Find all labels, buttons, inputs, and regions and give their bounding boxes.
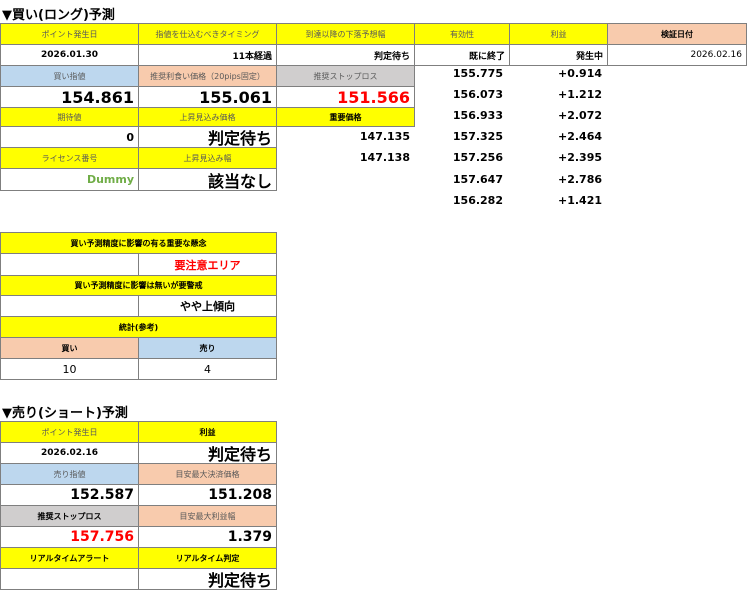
long-valid-header: 有効性 xyxy=(414,23,510,45)
other-factor-blank xyxy=(0,295,139,317)
stats-buy-count: 10 xyxy=(0,358,139,380)
short-profit: 判定待ち xyxy=(138,442,277,464)
short-point-date: 2026.02.16 xyxy=(0,442,139,464)
stats-sell-header: 売り xyxy=(138,337,277,359)
long-take-profit: 155.061 xyxy=(138,86,277,108)
long-timing-header: 指値を仕込むべきタイミング xyxy=(138,23,277,45)
short-rt-alert xyxy=(0,568,139,590)
long-upside-width-header: 上昇見込み幅 xyxy=(138,147,277,169)
long-stop-loss: 151.566 xyxy=(276,86,415,108)
other-factor-value: やや上傾向 xyxy=(138,295,277,317)
short-profit-header: 利益 xyxy=(138,421,277,443)
long-license-header: ライセンス番号 xyxy=(0,147,139,169)
gain-list-item: +2.786 xyxy=(557,173,602,186)
gain-list-item: +2.072 xyxy=(557,109,602,122)
long-buy-limit-header: 買い指値 xyxy=(0,65,139,87)
long-important-price-header: 重要価格 xyxy=(276,107,415,127)
short-rt-alert-header: リアルタイムアラート xyxy=(0,547,139,569)
gain-list-item: +1.212 xyxy=(557,88,602,101)
long-downside-value: 判定待ち xyxy=(276,44,415,66)
gain-list-item: +0.914 xyxy=(557,67,602,80)
short-target-profit: 1.379 xyxy=(138,526,277,548)
long-upside-price: 判定待ち xyxy=(138,126,277,148)
price-list-item: 156.933 xyxy=(452,109,503,122)
stats-header: 統計(参考) xyxy=(0,316,277,338)
long-stop-loss-header: 推奨ストップロス xyxy=(276,65,415,87)
short-stop-loss: 157.756 xyxy=(0,526,139,548)
other-factor-header: 買い予測精度に影響は無いが要警戒 xyxy=(0,275,277,296)
long-expected-value: 0 xyxy=(0,126,139,148)
long-verify-date-header: 検証日付 xyxy=(607,23,747,45)
long-verify-date: 2026.02.16 xyxy=(607,44,747,66)
negative-factor-value: 要注意エリア xyxy=(138,253,277,276)
price-list-item: 156.282 xyxy=(452,194,503,207)
short-target-exit: 151.208 xyxy=(138,484,277,506)
long-take-profit-header: 推奨利食い価格（20pips固定） xyxy=(138,65,277,87)
short-target-exit-header: 目安最大決済価格 xyxy=(138,463,277,485)
price-list-item: 155.775 xyxy=(452,67,503,80)
negative-factor-header: 買い予測精度に影響の有る重要な懸念 xyxy=(0,232,277,254)
short-sell-limit: 152.587 xyxy=(0,484,139,506)
stats-sell-count: 4 xyxy=(138,358,277,380)
long-buy-limit: 154.861 xyxy=(0,86,139,108)
negative-factor-blank xyxy=(0,253,139,276)
gain-list-item: +2.464 xyxy=(557,130,602,143)
long-license-value: Dummy xyxy=(0,168,139,191)
long-point-date-header: ポイント発生日 xyxy=(0,23,139,45)
long-valid-value: 既に終了 xyxy=(414,44,510,66)
long-point-date: 2026.01.30 xyxy=(0,44,139,66)
long-profit-header: 利益 xyxy=(509,23,608,45)
short-point-date-header: ポイント発生日 xyxy=(0,421,139,443)
price-list-item: 157.256 xyxy=(452,151,503,164)
long-upside-width: 該当なし xyxy=(138,168,277,191)
short-target-profit-header: 目安最大利益幅 xyxy=(138,505,277,527)
price-list-item: 157.325 xyxy=(452,130,503,143)
long-expected-header: 期待値 xyxy=(0,107,139,127)
long-upside-price-header: 上昇見込み価格 xyxy=(138,107,277,127)
short-section-title: ▼売り(ショート)予測 xyxy=(2,406,128,421)
important-price-1: 147.135 xyxy=(359,130,410,143)
long-profit-status: 発生中 xyxy=(509,44,608,66)
long-timing-value: 11本経過 xyxy=(138,44,277,66)
long-downside-header: 到達以降の下落予想幅 xyxy=(276,23,415,45)
short-rt-judge: 判定待ち xyxy=(138,568,277,590)
price-list-item: 156.073 xyxy=(452,88,503,101)
long-section-title: ▼買い(ロング)予測 xyxy=(2,8,115,23)
gain-list-item: +2.395 xyxy=(557,151,602,164)
gain-list-item: +1.421 xyxy=(557,194,602,207)
short-stop-loss-header: 推奨ストップロス xyxy=(0,505,139,527)
short-sell-limit-header: 売り指値 xyxy=(0,463,139,485)
stats-buy-header: 買い xyxy=(0,337,139,359)
price-list-item: 157.647 xyxy=(452,173,503,186)
short-rt-judge-header: リアルタイム判定 xyxy=(138,547,277,569)
important-price-2: 147.138 xyxy=(359,151,410,164)
